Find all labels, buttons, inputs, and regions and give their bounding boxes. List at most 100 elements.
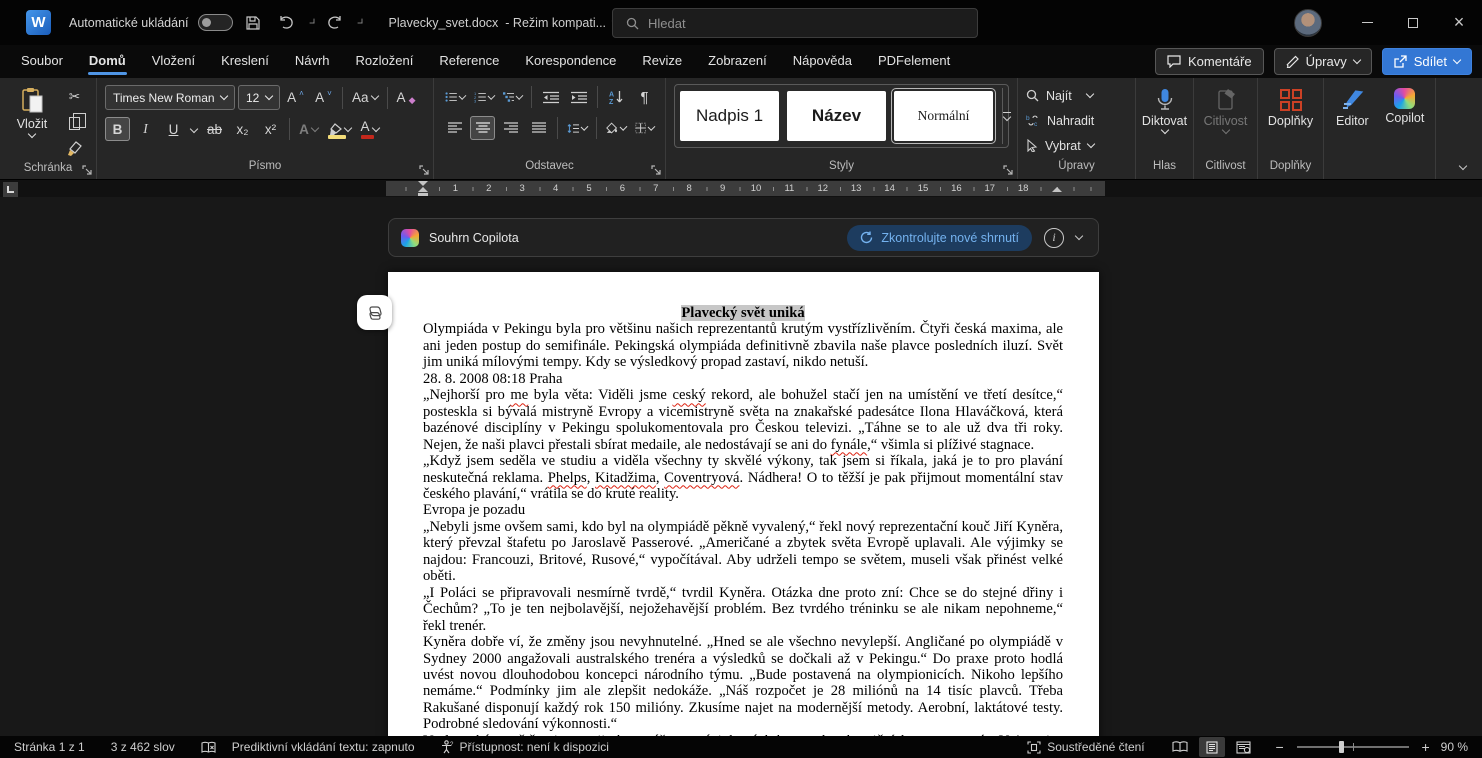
style-nadpis-1[interactable]: Nadpis 1 <box>680 91 779 141</box>
tab-soubor[interactable]: Soubor <box>8 45 76 78</box>
highlight-color-button[interactable] <box>324 117 354 141</box>
sort-button[interactable]: AZ <box>604 85 629 109</box>
clipboard-dialog-launcher[interactable] <box>82 165 92 175</box>
bold-button[interactable]: B <box>105 117 130 141</box>
italic-button[interactable]: I <box>133 117 158 141</box>
tab-navrh[interactable]: Návrh <box>282 45 343 78</box>
copilot-button[interactable]: Copilot <box>1383 85 1427 159</box>
shrink-font-button[interactable]: A ˅ <box>311 86 336 110</box>
page-number-status[interactable]: Stránka 1 z 1 <box>14 740 85 754</box>
tab-korespondence[interactable]: Korespondence <box>512 45 629 78</box>
copilot-margin-badge[interactable] <box>357 295 392 330</box>
editor-button[interactable]: Editor <box>1332 85 1373 159</box>
find-button[interactable]: Najít <box>1026 85 1127 106</box>
superscript-button[interactable]: x² <box>258 117 283 141</box>
web-layout-button[interactable] <box>1231 737 1257 757</box>
paste-button[interactable]: Vložit <box>8 85 56 161</box>
font-color-button[interactable]: A <box>357 117 382 141</box>
right-indent-marker[interactable] <box>1052 187 1062 192</box>
tab-reference[interactable]: Reference <box>426 45 512 78</box>
zoom-level[interactable]: 90 % <box>1441 740 1468 754</box>
change-case-button[interactable]: Aa <box>349 86 381 110</box>
comments-button[interactable]: Komentáře <box>1154 48 1264 75</box>
proofing-status[interactable] <box>201 741 216 754</box>
line-spacing-button[interactable] <box>564 116 590 140</box>
document-title[interactable]: Plavecky_svet.docx - Režim kompati... <box>389 16 621 30</box>
underline-chevron-icon[interactable] <box>189 124 199 134</box>
hanging-indent-marker[interactable] <box>418 187 428 192</box>
cut-button[interactable]: ✂ <box>62 85 87 109</box>
minimize-button[interactable] <box>1344 0 1390 45</box>
tab-revize[interactable]: Revize <box>629 45 695 78</box>
underline-button[interactable]: U <box>161 117 186 141</box>
zoom-slider-thumb[interactable] <box>1339 741 1345 753</box>
maximize-button[interactable] <box>1390 0 1436 45</box>
font-dialog-launcher[interactable] <box>419 165 429 175</box>
accessibility-status[interactable]: ? Přístupnost: není k dispozici <box>441 740 609 754</box>
share-button[interactable]: Sdílet <box>1381 48 1472 75</box>
quick-access-chevron-icon[interactable] <box>357 18 362 24</box>
copy-button[interactable] <box>62 111 87 135</box>
zoom-out-button[interactable]: − <box>1273 739 1287 755</box>
info-icon[interactable]: i <box>1044 227 1064 248</box>
print-layout-button[interactable] <box>1198 737 1225 757</box>
autosave-toggle[interactable] <box>197 14 233 31</box>
text-effects-button[interactable]: A <box>296 117 321 141</box>
addins-button[interactable]: Doplňky <box>1266 85 1315 159</box>
paragraph-dialog-launcher[interactable] <box>651 165 661 175</box>
undo-menu-chevron-icon[interactable] <box>309 18 314 24</box>
zoom-in-button[interactable]: + <box>1419 739 1433 755</box>
word-app-icon[interactable]: W <box>26 10 51 35</box>
shading-button[interactable] <box>603 116 629 140</box>
word-count-status[interactable]: 3 z 462 slov <box>111 740 175 754</box>
borders-button[interactable] <box>632 116 657 140</box>
decrease-indent-button[interactable] <box>538 85 563 109</box>
copilot-bar-chevron-icon[interactable] <box>1074 231 1084 241</box>
left-indent-marker[interactable] <box>418 192 428 196</box>
check-new-summary-button[interactable]: Zkontrolujte nové shrnutí <box>847 224 1032 251</box>
undo-button[interactable] <box>273 9 301 37</box>
align-left-button[interactable] <box>442 116 467 140</box>
styles-dialog-launcher[interactable] <box>1003 165 1013 175</box>
tab-rozlozeni[interactable]: Rozložení <box>343 45 427 78</box>
focus-mode-button[interactable]: Soustředěné čtení <box>1027 740 1145 754</box>
font-size-select[interactable]: 12 <box>238 85 280 110</box>
strikethrough-button[interactable]: ab <box>202 117 227 141</box>
font-family-select[interactable]: Times New Roman <box>105 85 235 110</box>
save-button[interactable] <box>239 9 267 37</box>
bullets-button[interactable] <box>442 85 468 109</box>
increase-indent-button[interactable] <box>566 85 591 109</box>
redo-button[interactable] <box>321 9 349 37</box>
tab-zobrazeni[interactable]: Zobrazení <box>695 45 780 78</box>
subscript-button[interactable]: x₂ <box>230 117 255 141</box>
justify-button[interactable] <box>526 116 551 140</box>
horizontal-ruler[interactable]: 1 2 3 4 5 6 7 8 9 10 11 12 13 14 15 16 17 18 <box>386 181 1105 196</box>
tab-stop-selector[interactable] <box>3 182 18 197</box>
search-input[interactable]: Hledat <box>612 8 978 38</box>
styles-gallery-more-button[interactable] <box>1002 88 1012 144</box>
multilevel-list-button[interactable] <box>500 85 526 109</box>
show-formatting-button[interactable]: ¶ <box>632 85 657 109</box>
close-button[interactable]: × <box>1436 0 1482 45</box>
document-body[interactable]: Plavecký svět uniká Olympiáda v Pekingu … <box>423 305 1063 736</box>
tab-napoveda[interactable]: Nápověda <box>780 45 865 78</box>
tab-vlozeni[interactable]: Vložení <box>139 45 208 78</box>
dictate-button[interactable]: Diktovat <box>1142 85 1187 159</box>
clear-formatting-button[interactable]: A ◆ <box>394 86 419 110</box>
replace-button[interactable]: bc Nahradit <box>1026 110 1127 131</box>
read-mode-button[interactable] <box>1167 737 1193 757</box>
tab-kresleni[interactable]: Kreslení <box>208 45 282 78</box>
page[interactable]: Plavecký svět uniká Olympiáda v Pekingu … <box>357 272 1099 736</box>
style-nazev[interactable]: Název <box>787 91 886 141</box>
user-avatar[interactable] <box>1294 8 1322 37</box>
tab-domu[interactable]: Domů <box>76 45 139 78</box>
style-normalni[interactable]: Normální <box>891 88 996 144</box>
grow-font-button[interactable]: A ˄ <box>283 86 308 110</box>
numbering-button[interactable]: 123 <box>471 85 497 109</box>
format-painter-button[interactable] <box>62 137 87 161</box>
editing-mode-button[interactable]: Úpravy <box>1273 48 1372 75</box>
tab-pdfelement[interactable]: PDFelement <box>865 45 963 78</box>
first-line-indent-marker[interactable] <box>418 181 428 186</box>
collapse-ribbon-icon[interactable] <box>1458 161 1468 171</box>
select-button[interactable]: Vybrat <box>1026 135 1127 156</box>
